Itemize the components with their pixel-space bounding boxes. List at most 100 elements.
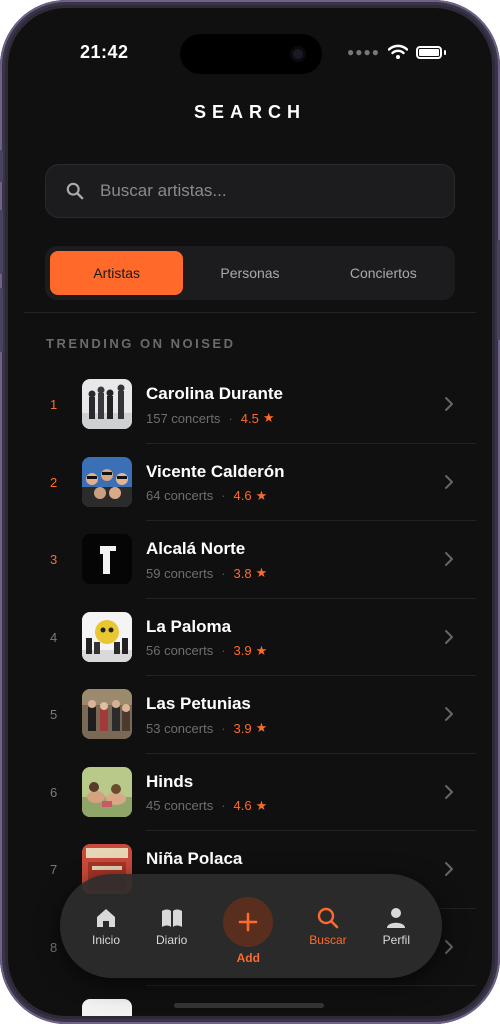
- phone-frame: 21:42 ●●●● SEARCH Artistas Personas Conc…: [0, 0, 500, 1024]
- chevron-right-icon: [445, 397, 453, 411]
- book-icon: [161, 909, 182, 927]
- artist-photo: [82, 456, 132, 507]
- tab-add[interactable]: Add: [223, 897, 274, 965]
- artist-name: Alcalá Norte: [146, 539, 246, 558]
- app-screen: 21:42 ●●●● SEARCH Artistas Personas Conc…: [8, 8, 492, 1016]
- divider: [24, 312, 476, 313]
- rank-number: 3: [50, 552, 58, 568]
- tab-buscar[interactable]: Buscar: [309, 906, 347, 947]
- artist-photo: [82, 534, 132, 584]
- artist-rating: 4.5: [240, 410, 259, 426]
- tab-diario[interactable]: Diario: [156, 906, 187, 947]
- rank-number: 7: [50, 862, 58, 878]
- meta-separator: ·: [221, 488, 226, 503]
- search-input[interactable]: [98, 180, 454, 202]
- list-item[interactable]: 1 Carolina Durante 157 concerts · 4.5 ★: [8, 366, 492, 444]
- artist-meta: 56 concerts · 3.9 ★: [146, 643, 267, 659]
- list-item[interactable]: 3 Alcalá Norte 59 concerts · 3.8 ★: [8, 521, 492, 599]
- chevron-right-icon: [445, 552, 453, 566]
- search-bar[interactable]: [45, 164, 455, 218]
- star-icon: ★: [255, 797, 268, 813]
- concert-count: 64 concerts: [146, 488, 214, 503]
- meta-separator: ·: [221, 565, 226, 581]
- concert-count: 157 concerts: [146, 410, 221, 426]
- concert-count: 56 concerts: [146, 643, 214, 658]
- artist-rating: 3.9: [233, 720, 252, 736]
- artist-name: Hinds: [146, 771, 194, 791]
- plus-icon: [239, 912, 258, 932]
- artist-meta: 59 concerts · 3.8 ★: [146, 565, 267, 581]
- status-time: 21:42: [80, 42, 129, 62]
- tab-perfil[interactable]: Perfil: [383, 906, 410, 947]
- meta-separator: ·: [221, 798, 226, 813]
- tab-label: Inicio: [91, 932, 120, 947]
- concert-count: 53 concerts: [146, 720, 214, 736]
- chevron-right-icon: [445, 939, 453, 954]
- segment-conciertos[interactable]: Conciertos: [317, 251, 450, 295]
- star-icon: ★: [262, 410, 275, 425]
- add-button[interactable]: [223, 897, 274, 947]
- search-icon: [317, 907, 339, 928]
- artist-rating: 3.8: [233, 565, 252, 581]
- artist-photo: [82, 999, 132, 1016]
- star-icon: ★: [255, 565, 268, 580]
- artist-meta: 45 concerts · 4.6 ★: [146, 798, 267, 814]
- artist-name: Vicente Calderón: [146, 461, 285, 481]
- tab-label: Diario: [155, 932, 188, 947]
- rank-number: 4: [50, 629, 58, 645]
- concert-count: 59 concerts: [146, 565, 214, 581]
- concert-count: 45 concerts: [146, 798, 214, 813]
- artist-photo: [82, 379, 132, 429]
- list-item[interactable]: [8, 986, 492, 1016]
- category-segmented-control: Artistas Personas Conciertos: [45, 246, 455, 300]
- artist-name: Niña Polaca: [146, 849, 243, 868]
- artist-photo: [82, 611, 132, 662]
- artist-meta: 64 concerts · 4.6 ★: [146, 488, 267, 504]
- artist-name: Carolina Durante: [146, 384, 283, 403]
- meta-separator: ·: [221, 643, 226, 658]
- list-item[interactable]: 5 Las Petunias 53 concerts · 3.9 ★: [8, 676, 492, 754]
- tab-label: Buscar: [309, 932, 347, 947]
- wifi-icon: [388, 44, 408, 59]
- segment-artistas[interactable]: Artistas: [50, 251, 184, 295]
- artist-name: La Paloma: [146, 616, 232, 636]
- page-title: SEARCH: [193, 102, 306, 122]
- artist-rating: 4.6: [233, 488, 252, 503]
- tab-label: Add: [236, 951, 260, 965]
- chevron-right-icon: [445, 629, 453, 644]
- star-icon: ★: [255, 487, 268, 503]
- artist-rating: 3.9: [233, 643, 252, 658]
- list-item[interactable]: 6 Hinds 45 concerts · 4.6 ★: [8, 754, 492, 831]
- list-item[interactable]: 2 Vicente Calderón 64 concerts · 4.6 ★: [8, 444, 492, 521]
- camera-icon: [290, 46, 306, 62]
- volume-down-button: [0, 288, 3, 352]
- chevron-right-icon: [445, 707, 453, 721]
- meta-separator: ·: [221, 720, 226, 736]
- meta-separator: ·: [228, 410, 233, 426]
- rank-number: 1: [50, 397, 58, 413]
- status-icons: ●●●●: [347, 44, 446, 60]
- chevron-right-icon: [445, 784, 453, 799]
- tab-label: Perfil: [382, 932, 410, 947]
- rank-number: 2: [50, 474, 58, 490]
- battery-icon: [416, 45, 442, 59]
- search-icon: [66, 182, 84, 200]
- home-indicator: [174, 1003, 324, 1008]
- dynamic-island: [180, 34, 322, 74]
- section-title: TRENDING ON NOISED: [46, 336, 236, 351]
- artist-rating: 4.6: [233, 798, 252, 813]
- rank-number: 8: [50, 939, 58, 955]
- list-item[interactable]: 4 La Paloma 56 concerts · 3.9 ★: [8, 599, 492, 676]
- segment-personas[interactable]: Personas: [183, 251, 316, 295]
- star-icon: ★: [255, 642, 268, 658]
- artist-name: Las Petunias: [146, 694, 251, 713]
- artist-photo: [82, 766, 132, 817]
- mute-switch: [0, 150, 3, 182]
- tab-bar: Inicio Diario Add Buscar Perfil: [60, 874, 442, 978]
- artist-photo: [82, 689, 132, 739]
- rank-number: 5: [50, 707, 58, 723]
- battery-cap: [444, 49, 446, 55]
- tab-inicio[interactable]: Inicio: [92, 906, 120, 947]
- volume-up-button: [0, 210, 3, 274]
- artist-meta: 53 concerts · 3.9 ★: [146, 720, 267, 736]
